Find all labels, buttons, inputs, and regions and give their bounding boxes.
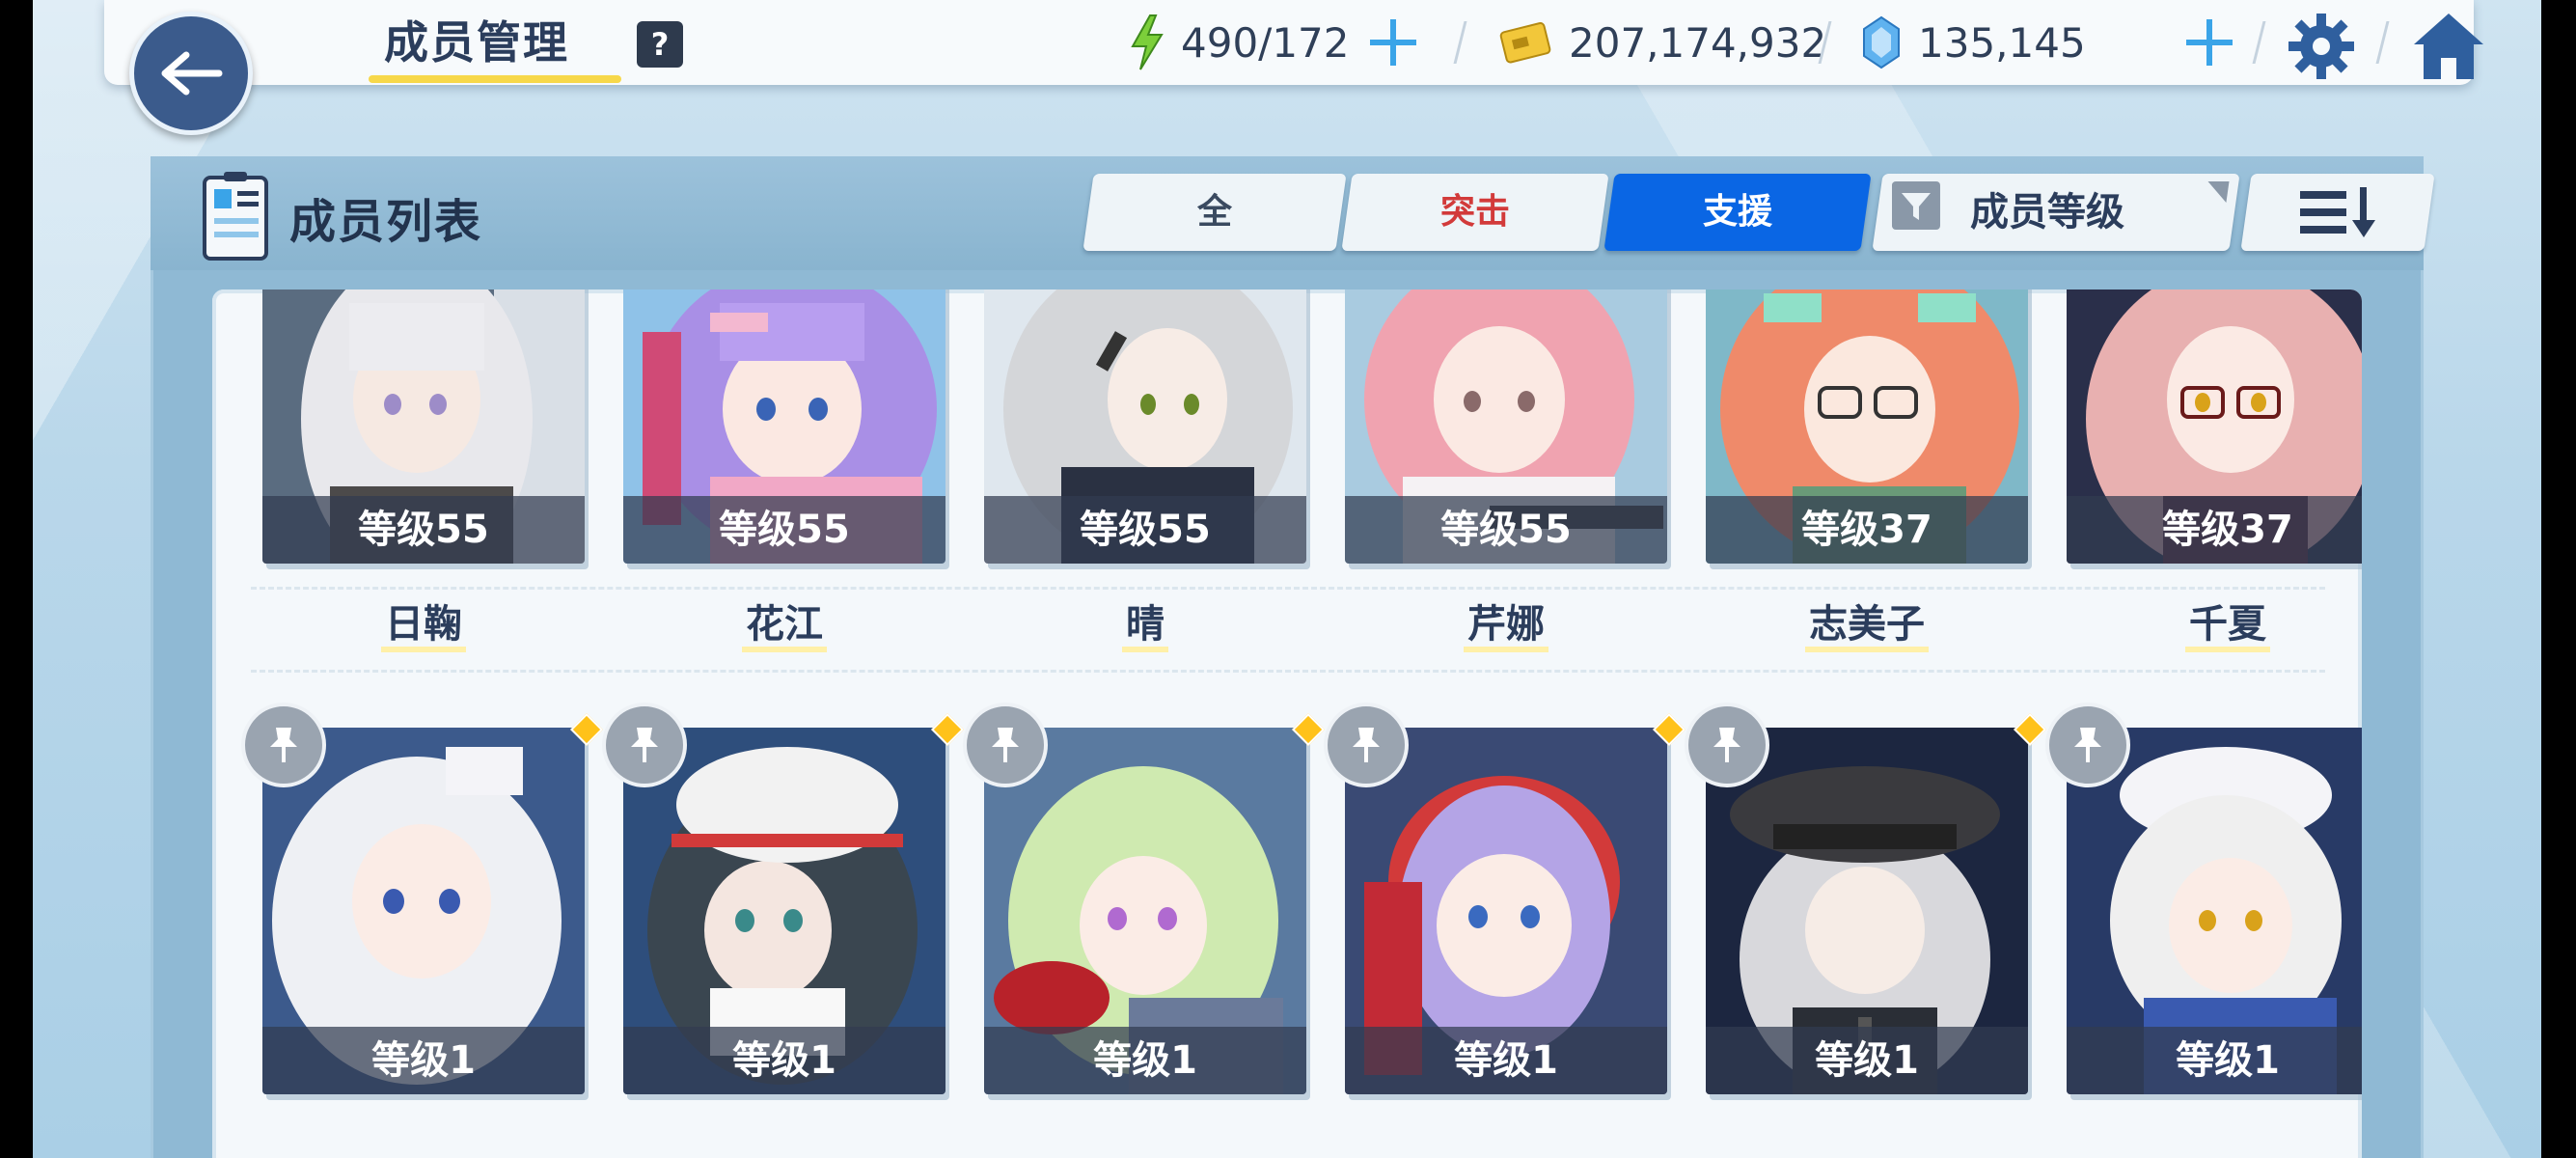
row-divider [251,587,2325,590]
member-name: 志美子 [1706,593,2028,652]
pin-favorite-button[interactable] [963,703,1048,787]
member-portrait: 等级55 [1345,290,1667,564]
sort-order-button[interactable] [2240,174,2435,251]
member-portrait: 等级1 [623,728,945,1094]
member-portrait: 等级1 [262,728,585,1094]
pin-icon [992,728,1019,762]
member-card-serina[interactable]: 等级55 [1345,290,1667,564]
level-label: 等级37 [1706,496,2028,564]
pin-icon [631,728,658,762]
level-label: 等级55 [262,496,585,564]
member-portrait: 等级1 [984,728,1306,1094]
member-name: 晴 [984,593,1306,652]
member-portrait: 等级55 [623,290,945,564]
member-card-chinatsu[interactable]: 等级37 [2067,290,2362,564]
sort-dropdown[interactable]: 成员等级 [1872,174,2240,251]
member-name: 日鞠 [262,593,585,652]
member-portrait: 等级37 [1706,290,2028,564]
panel-header: 成员列表 全 突击 支援 成员等级 [151,156,2435,270]
level-label: 等级55 [984,496,1306,564]
member-name: 芹娜 [1345,593,1667,652]
member-list-panel: 成员列表 全 突击 支援 成员等级 等级55 日鞠 等级55 花江 等级55 晴… [151,156,2435,1158]
back-arrow-icon [161,51,223,96]
energy-resource: 490/172 [1127,10,1349,75]
page-title: 成员管理 [384,16,569,69]
level-label: 等级55 [623,496,945,564]
level-label: 等级1 [623,1027,945,1094]
level-label: 等级55 [1345,496,1667,564]
gems-value: 135,145 [1918,18,2086,67]
member-card-hiyori[interactable]: 等级55 [262,290,585,564]
member-name: 千夏 [2067,593,2362,652]
sort-label: 成员等级 [1970,190,2124,234]
level-label: 等级1 [262,1027,585,1094]
dropdown-corner [2205,181,2230,203]
pin-favorite-button[interactable] [2045,703,2130,787]
pin-icon [1353,728,1380,762]
top-bar: 成员管理 ? 490/172 207,174,932 135,145 [104,0,2483,85]
pin-favorite-button[interactable] [241,703,326,787]
member-portrait: 等级1 [2067,728,2362,1094]
member-name-text: 芹娜 [1464,602,1548,652]
member-portrait: 等级37 [2067,290,2362,564]
pin-favorite-button[interactable] [1685,703,1769,787]
tab-assault[interactable]: 突击 [1341,174,1609,251]
member-card-hanae[interactable]: 等级55 [623,290,945,564]
member-name-text: 花江 [742,602,827,652]
gem-icon [1863,15,1900,69]
pin-favorite-button[interactable] [602,703,687,787]
member-name-text: 志美子 [1805,602,1929,652]
energy-value: 490/172 [1181,18,1350,67]
pin-icon [2074,728,2101,762]
tab-assault-label: 突击 [1439,192,1510,232]
member-portrait: 等级55 [262,290,585,564]
member-name-text: 晴 [1122,602,1168,652]
member-name-text: 千夏 [2185,602,2270,652]
pin-favorite-button[interactable] [1324,703,1409,787]
add-gems-button[interactable] [2182,15,2236,69]
row-divider [251,670,2325,673]
member-card-shimiko[interactable]: 等级37 [1706,290,2028,564]
level-label: 等级1 [2067,1027,2362,1094]
level-label: 等级37 [2067,496,2362,564]
divider [2375,21,2390,64]
member-portrait: 等级1 [1706,728,2028,1094]
member-card-icon [203,172,268,261]
member-portrait: 等级55 [984,290,1306,564]
panel-title: 成员列表 [289,195,483,249]
settings-gear-icon[interactable] [2285,10,2358,83]
divider [2252,21,2266,64]
credit-card-icon [1499,22,1551,64]
gems-resource: 135,145 [1860,10,2086,75]
app-screen: 成员管理 ? 490/172 207,174,932 135,145 成员列表 … [33,0,2541,1158]
credits-resource: 207,174,932 [1499,10,1826,75]
member-name-text: 日鞠 [381,602,466,652]
member-portrait: 等级1 [1345,728,1667,1094]
member-grid: 等级55 日鞠 等级55 花江 等级55 晴 等级55 芹娜 等级37 志美子 … [212,290,2362,1158]
divider [1453,21,1467,64]
home-icon[interactable] [2410,8,2487,85]
add-energy-button[interactable] [1366,15,1420,69]
tab-support-label: 支援 [1702,192,1772,232]
sort-descending-icon [2300,187,2375,237]
tab-support[interactable]: 支援 [1603,174,1872,251]
tab-all-label: 全 [1196,192,1232,232]
title-area: 成员管理 [369,8,621,83]
pin-icon [270,728,297,762]
member-card-hare[interactable]: 等级55 [984,290,1306,564]
tab-all[interactable]: 全 [1082,174,1347,251]
help-icon[interactable]: ? [637,21,683,68]
member-name: 花江 [623,593,945,652]
energy-icon [1131,14,1164,70]
level-label: 等级1 [984,1027,1306,1094]
credits-value: 207,174,932 [1569,18,1827,67]
filter-icon [1891,181,1940,230]
level-label: 等级1 [1706,1027,2028,1094]
title-underline [369,75,621,83]
back-button[interactable] [129,12,253,135]
pin-icon [1713,728,1740,762]
level-label: 等级1 [1345,1027,1667,1094]
